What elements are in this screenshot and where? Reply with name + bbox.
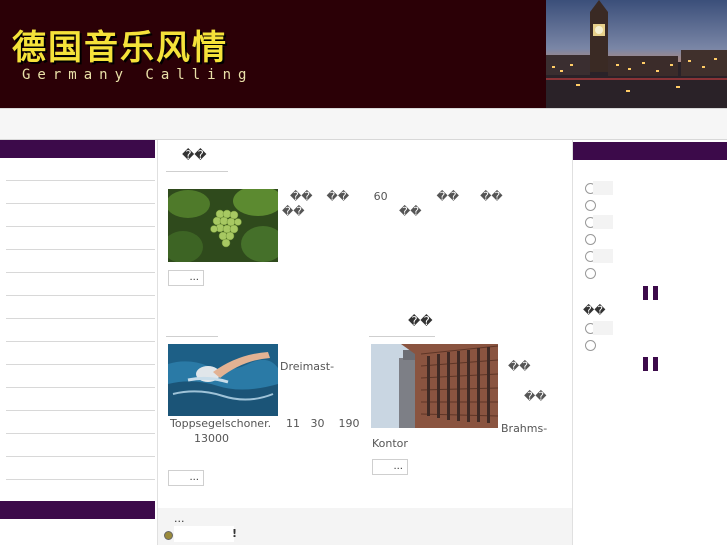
bottom-ellipsis: ... <box>174 512 185 525</box>
bullet-icon <box>164 531 173 540</box>
section3-title-underline <box>369 336 435 337</box>
left-sidebar-item[interactable] <box>6 365 155 388</box>
section3-caption-c: Brahms- <box>501 422 548 435</box>
bottom-strip: ... ! <box>158 508 572 545</box>
swimmer-photo[interactable] <box>168 344 278 416</box>
left-sidebar-item[interactable] <box>6 181 155 204</box>
left-sidebar-second-bar <box>0 501 155 519</box>
poll-radio-6[interactable] <box>585 268 596 279</box>
poll-option-label <box>593 249 613 263</box>
site-logo-english[interactable]: Germany Calling <box>22 67 253 83</box>
section3-caption-d: Kontor <box>372 437 408 450</box>
main-content: �� �� �� 60 �� �� �� �� ... Dreimast- To… <box>157 140 573 545</box>
left-sidebar-item[interactable] <box>6 342 155 365</box>
left-sidebar-item[interactable] <box>6 457 155 480</box>
poll-radio-2[interactable] <box>585 200 596 211</box>
kontorhaus-building-photo[interactable] <box>371 344 498 428</box>
right-sidebar: �� <box>573 140 727 545</box>
bottom-text-box <box>174 526 234 542</box>
site-logo-chinese[interactable]: 德国音乐风情 <box>12 20 228 69</box>
section2-title-underline <box>166 336 218 337</box>
poll-option-label <box>593 215 613 229</box>
section-title-1: �� <box>182 148 207 162</box>
vote-button-icon[interactable] <box>643 357 648 371</box>
left-sidebar-header-bar <box>0 140 155 158</box>
left-sidebar-item[interactable] <box>6 204 155 227</box>
grapes-photo[interactable] <box>168 189 278 262</box>
bottom-exclamation: ! <box>232 527 238 540</box>
section2-caption-d: 13000 <box>194 432 229 445</box>
left-sidebar-item[interactable] <box>6 434 155 457</box>
left-sidebar-item[interactable] <box>6 319 155 342</box>
banner-photo-hamburg-clocktower <box>546 0 727 108</box>
poll2-radio-2[interactable] <box>585 340 596 351</box>
nav-bar <box>0 108 727 140</box>
section2-caption-b: Toppsegelschoner. <box>170 417 272 430</box>
left-sidebar-item[interactable] <box>6 227 155 250</box>
section3-more-button[interactable]: ... <box>372 459 408 475</box>
section-title-underline <box>166 171 228 172</box>
left-sidebar-list <box>0 158 155 480</box>
left-sidebar-item[interactable] <box>6 250 155 273</box>
vote-button-icon[interactable] <box>653 286 658 300</box>
section3-caption-b: �� <box>524 390 547 403</box>
left-sidebar-item[interactable] <box>6 296 155 319</box>
section3-caption-a: �� <box>508 360 531 373</box>
vote-button-icon[interactable] <box>643 286 648 300</box>
poll-radio-4[interactable] <box>585 234 596 245</box>
right-sidebar-header-bar <box>573 142 727 160</box>
left-sidebar-item[interactable] <box>6 388 155 411</box>
section1-more-button[interactable]: ... <box>168 270 204 286</box>
left-sidebar-item[interactable] <box>6 411 155 434</box>
section2-caption-a: Dreimast- <box>280 360 335 373</box>
section1-text-line1: �� �� 60 �� �� <box>290 190 503 203</box>
right-sidebar-subtitle: �� <box>583 304 606 317</box>
vote-button-icon[interactable] <box>653 357 658 371</box>
poll-option-label <box>593 181 613 195</box>
section2-caption-c: 11 30 190 <box>286 417 360 430</box>
left-sidebar-item[interactable] <box>6 273 155 296</box>
site-header: 德国音乐风情 Germany Calling <box>0 0 727 108</box>
section1-text-line2: �� �� <box>282 205 422 218</box>
poll-option-label <box>593 321 613 335</box>
left-sidebar <box>0 140 155 545</box>
left-sidebar-item[interactable] <box>6 158 155 181</box>
section2-more-button[interactable]: ... <box>168 470 204 486</box>
section-title-3: �� <box>408 314 433 328</box>
